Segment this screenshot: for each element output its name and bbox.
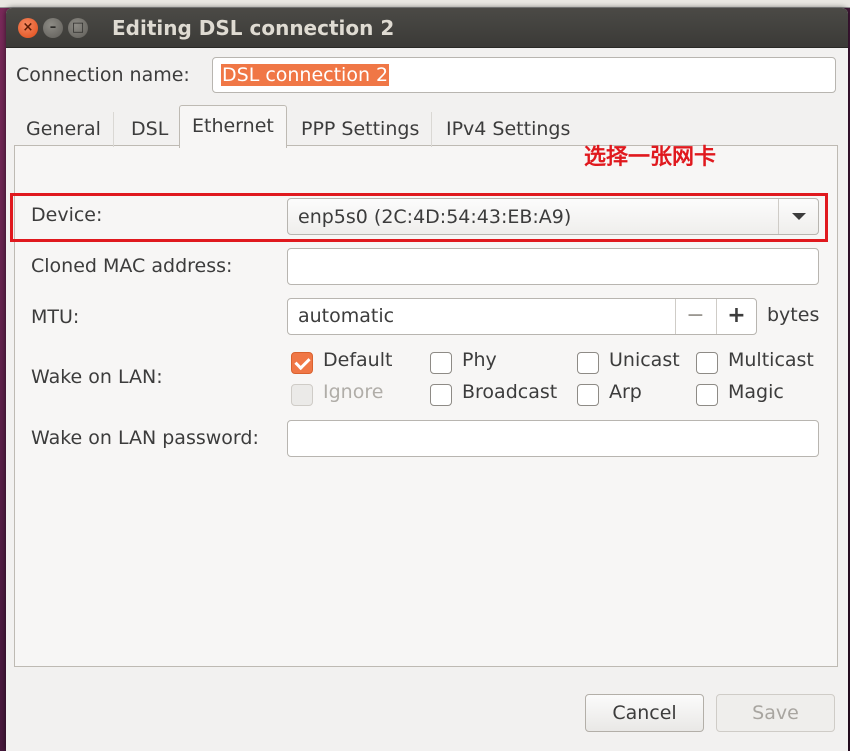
checkbox-icon [696,384,718,406]
save-button[interactable]: Save [716,694,835,732]
mtu-label: MTU: [31,306,80,328]
connection-name-input[interactable]: DSL connection 2 [212,57,836,93]
mtu-value: automatic [298,305,395,327]
mtu-unit-label: bytes [767,304,820,326]
tab-dsl[interactable]: DSL [119,112,182,147]
cancel-button[interactable]: Cancel [585,694,704,732]
mtu-spinbox[interactable]: automatic − + [287,298,757,335]
tab-ethernet[interactable]: Ethernet [179,105,287,148]
dialog-window: × – □ Editing DSL connection 2 Connectio… [6,8,848,751]
wol-password-label: Wake on LAN password: [31,427,259,449]
tab-general[interactable]: General [14,112,114,147]
connection-name-row: Connection name: DSL connection 2 [6,56,848,96]
cloned-mac-input[interactable] [287,248,819,285]
maximize-window-icon[interactable]: □ [68,18,88,38]
annotation-text: 选择一张网卡 [584,145,717,170]
connection-name-value: DSL connection 2 [221,64,390,86]
wol-unicast-label: Unicast [609,349,680,371]
wol-password-input[interactable] [287,420,819,457]
device-dropdown[interactable]: enp5s0 (2C:4D:54:43:EB:A9) [287,198,819,235]
wol-multicast-label: Multicast [728,349,814,371]
minimize-window-icon[interactable]: – [43,18,63,38]
wol-arp-label: Arp [609,381,642,403]
desktop-background-strip [0,0,850,8]
checkbox-icon [577,352,599,374]
mtu-increment-icon[interactable]: + [716,299,756,334]
window-title: Editing DSL connection 2 [112,16,395,40]
wol-ignore-label: Ignore [323,381,384,403]
checkbox-disabled-icon [291,384,313,406]
device-label: Device: [31,204,103,226]
tab-ppp-settings[interactable]: PPP Settings [289,112,433,147]
tab-ipv4-settings[interactable]: IPv4 Settings [434,112,582,147]
close-window-icon[interactable]: × [18,18,38,38]
checkbox-icon [577,384,599,406]
title-bar[interactable]: × – □ Editing DSL connection 2 [6,8,848,48]
cloned-mac-label: Cloned MAC address: [31,255,233,277]
tab-bar: General DSL Ethernet PPP Settings IPv4 S… [14,105,840,148]
checkbox-checked-icon [291,352,313,374]
wol-phy-label: Phy [462,349,497,371]
device-value: enp5s0 (2C:4D:54:43:EB:A9) [298,206,572,228]
wol-magic-label: Magic [728,381,784,403]
checkbox-icon [696,352,718,374]
checkbox-icon [430,384,452,406]
checkbox-icon [430,352,452,374]
connection-name-label: Connection name: [16,64,190,86]
wol-default-label: Default [323,349,393,371]
wol-broadcast-label: Broadcast [462,381,558,403]
mtu-decrement-icon[interactable]: − [675,299,715,334]
chevron-down-icon[interactable] [778,199,818,234]
wake-on-lan-label: Wake on LAN: [31,366,163,388]
